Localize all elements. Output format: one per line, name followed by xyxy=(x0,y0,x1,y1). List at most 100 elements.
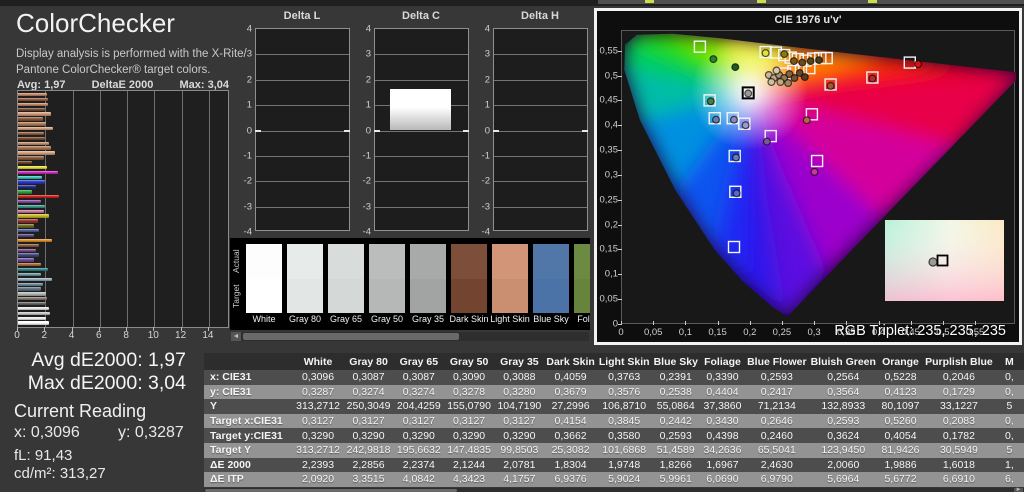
current-y-value: y: 0,3287 xyxy=(118,424,184,442)
y-tick-label: 3 xyxy=(238,49,252,60)
inset-measured-dot xyxy=(929,258,937,266)
table-cell: 106,8710 xyxy=(597,399,652,414)
swatch-gray-50[interactable] xyxy=(369,244,405,313)
table-row: y: CIE310,32870,32740,32740,32780,32800,… xyxy=(204,385,1024,400)
deltae-bar xyxy=(18,156,44,159)
table-cell: 25,3082 xyxy=(544,443,596,458)
table-cell: 0,3274 xyxy=(394,385,444,400)
deltae-bar xyxy=(18,214,49,217)
page-description: Display analysis is performed with the X… xyxy=(16,47,247,78)
deltae-bar xyxy=(18,292,46,295)
column-header: Blue Flower xyxy=(745,353,809,370)
column-header: Gray 80 xyxy=(343,353,394,370)
x-tick xyxy=(653,321,654,325)
gridline xyxy=(256,207,349,208)
gridline xyxy=(494,54,587,55)
swatch-gray-65[interactable] xyxy=(328,244,364,313)
table-cell: 2,2856 xyxy=(343,458,394,473)
x-tick xyxy=(17,327,18,331)
table-cell: 0,3580 xyxy=(597,428,652,443)
deltae-bar xyxy=(18,297,47,300)
table-cell: 1,6018 xyxy=(923,458,995,473)
column-header: Gray 35 xyxy=(494,353,544,370)
swatch-white[interactable] xyxy=(246,244,282,313)
swatch-label: Foliage xyxy=(562,314,590,324)
x-tick-label: 12 xyxy=(175,330,186,341)
table-row: Target x:CIE310,31270,31270,31270,31270,… xyxy=(204,414,1024,429)
deltae-bar xyxy=(18,195,59,198)
table-cell: 5,9961 xyxy=(652,472,700,487)
table-cell: 0,3280 xyxy=(494,385,544,400)
delta-c-bar xyxy=(390,89,451,130)
swatch-scrollbar-thumb[interactable] xyxy=(243,333,459,340)
x-tick-label: 0,45 xyxy=(901,327,920,338)
x-tick xyxy=(879,321,880,325)
table-scrollbar[interactable]: ► xyxy=(204,488,1024,492)
swatch-foliage[interactable] xyxy=(574,244,590,313)
y-tick xyxy=(618,324,622,325)
table-cell: 5 xyxy=(995,399,1024,414)
table-cell: 0,3287 xyxy=(293,385,344,400)
y-tick-label: 0 xyxy=(238,125,252,136)
y-tick-label: -4 xyxy=(476,227,490,238)
y-tick-label: 0,4 xyxy=(598,120,618,131)
gridline xyxy=(256,105,349,106)
y-tick-label: -2 xyxy=(238,176,252,187)
swatch-dark-skin[interactable] xyxy=(451,244,487,313)
row-label: x: CIE31 xyxy=(204,370,293,385)
table-cell: 0,3763 xyxy=(597,370,652,385)
measured-dot xyxy=(811,169,818,176)
swatch-blue-sky[interactable] xyxy=(533,244,569,313)
swatch-gray-80[interactable] xyxy=(287,244,323,313)
table-cell: 1,8266 xyxy=(652,458,700,473)
table-cell: 5,9024 xyxy=(597,472,652,487)
table-cell: 0,3127 xyxy=(293,414,344,429)
scroll-right-icon[interactable]: ► xyxy=(1014,488,1023,492)
measured-dot xyxy=(732,64,739,71)
measured-dot xyxy=(710,56,717,63)
table-cell: 155,0790 xyxy=(444,399,495,414)
column-header: Foliage xyxy=(700,353,745,370)
target-row-label: Target xyxy=(231,279,243,314)
measured-dot xyxy=(781,51,788,58)
y-tick-label: -1 xyxy=(476,150,490,161)
table-cell: 0,3088 xyxy=(494,370,544,385)
actual-row-label: Actual xyxy=(231,244,243,279)
table-cell: 37,3860 xyxy=(700,399,745,414)
y-tick-label: -4 xyxy=(238,227,252,238)
table-scrollbar-thumb[interactable] xyxy=(205,489,457,492)
deltae-bar xyxy=(18,122,46,125)
swatch-light-skin[interactable] xyxy=(492,244,528,313)
table-cell: 0,4404 xyxy=(700,385,745,400)
deltae-bar xyxy=(18,180,45,183)
x-tick-label: 0,1 xyxy=(679,327,692,338)
table-cell: 3,3515 xyxy=(343,472,394,487)
table-cell: 0,2046 xyxy=(923,370,995,385)
table-cell: 0,3390 xyxy=(700,370,745,385)
column-header: Gray 65 xyxy=(394,353,444,370)
column-header: Orange xyxy=(878,353,923,370)
gridline xyxy=(375,156,468,157)
swatch-scrollbar[interactable]: ◄ xyxy=(231,332,589,341)
swatch-target xyxy=(328,279,364,314)
measured-dot xyxy=(791,58,798,65)
deltae-bar xyxy=(18,200,41,203)
measured-dot xyxy=(777,79,784,86)
y-tick-label: 3 xyxy=(357,49,371,60)
deltae-bar xyxy=(18,273,41,276)
table-cell: 0,3087 xyxy=(343,370,394,385)
column-header: M xyxy=(995,353,1024,370)
scroll-left-icon[interactable]: ◄ xyxy=(231,332,241,341)
measured-dot xyxy=(803,117,810,124)
table-cell: 27,2996 xyxy=(544,399,596,414)
table-cell: 5 xyxy=(995,443,1024,458)
table-cell: 0,3127 xyxy=(444,414,495,429)
measured-dot xyxy=(799,59,806,66)
swatch-target xyxy=(287,279,323,314)
deltae-bar xyxy=(18,108,45,111)
table-cell: 34,2636 xyxy=(700,443,745,458)
table-cell: 5,6772 xyxy=(878,472,923,487)
measured-dot xyxy=(707,98,714,105)
x-tick xyxy=(208,327,209,331)
swatch-gray-35[interactable] xyxy=(410,244,446,313)
